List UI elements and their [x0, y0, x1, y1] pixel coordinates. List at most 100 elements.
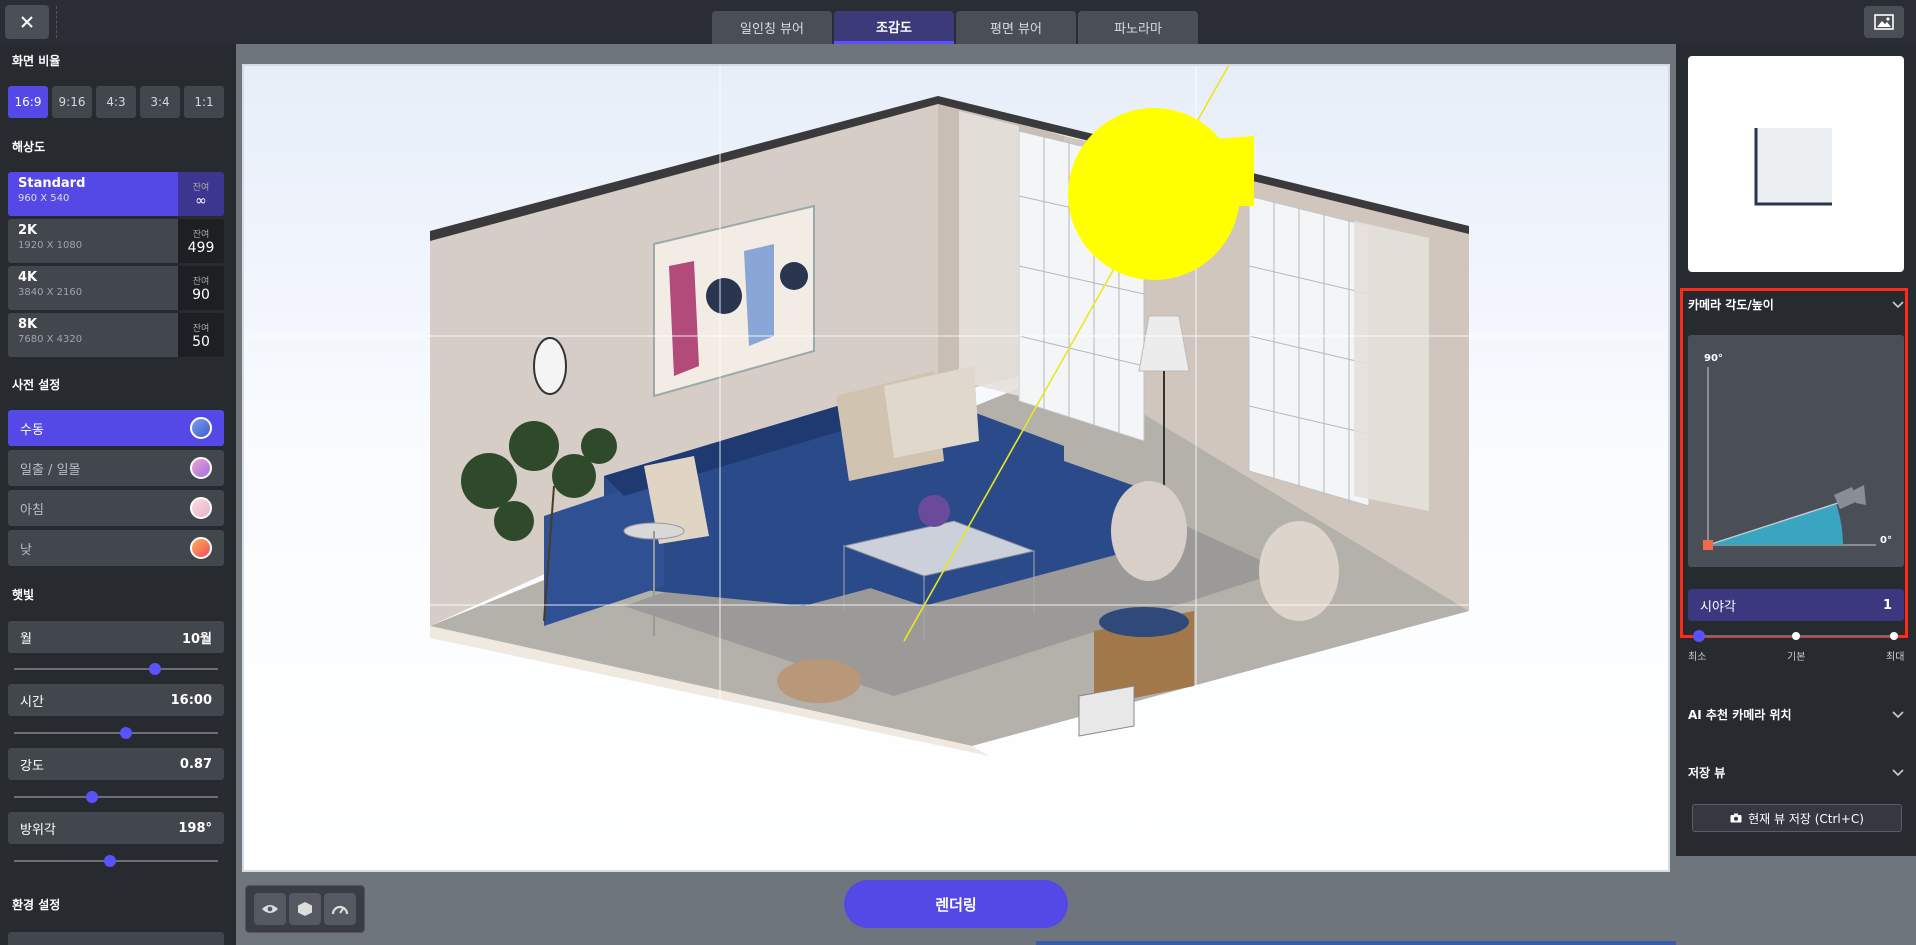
- azimuth-field: 방위각 198°: [8, 812, 224, 844]
- res-count-label: 잔여: [192, 182, 210, 193]
- time-field: 시간 16:00: [8, 684, 224, 716]
- right-panel: 카메라 각도/높이 90° 0° 시야각 1 최소 기본 최대 AI 추천 카메…: [1676, 44, 1916, 945]
- saved-view-header[interactable]: 저장 뷰: [1688, 764, 1904, 781]
- tab-birds-eye[interactable]: 조감도: [834, 11, 954, 44]
- preset-color-icon: [190, 457, 212, 479]
- close-button[interactable]: [5, 5, 49, 39]
- divider: [56, 6, 57, 38]
- res-dim: 1920 X 1080: [18, 240, 83, 251]
- chevron-down-icon: [1892, 768, 1904, 776]
- ratio-group: 16:9 9:16 4:3 3:4 1:1: [8, 86, 224, 118]
- accordion-title: AI 추천 카메라 위치: [1688, 708, 1792, 722]
- slider-thumb[interactable]: [103, 855, 116, 867]
- tab-first-person[interactable]: 일인칭 뷰어: [712, 11, 832, 44]
- ratio-16-9[interactable]: 16:9: [8, 86, 48, 118]
- sunlight-title: 햇빛: [12, 588, 35, 602]
- slider-value: 0.87: [179, 756, 212, 772]
- preset-color-icon: [190, 497, 212, 519]
- preset-title: 사전 설정: [12, 378, 61, 392]
- slider-value: 198°: [178, 820, 212, 836]
- time-slider[interactable]: [14, 727, 218, 739]
- fov-stop-default[interactable]: [1792, 632, 1800, 640]
- fov-stop-max[interactable]: [1890, 632, 1898, 640]
- res-count-label: 잔여: [192, 323, 210, 334]
- view-toggle-button[interactable]: [253, 893, 286, 925]
- angle-diagram: [1703, 367, 1876, 550]
- view-tabs: 일인칭 뷰어 조감도 평면 뷰어 파노라마: [712, 11, 1198, 44]
- preset-daytime[interactable]: 낮: [8, 530, 224, 566]
- ratio-1-1[interactable]: 1:1: [184, 86, 224, 118]
- save-view-label: 현재 뷰 저장 (Ctrl+C): [1748, 811, 1864, 826]
- environment-field[interactable]: [8, 932, 224, 945]
- preset-manual[interactable]: 수동: [8, 410, 224, 446]
- res-count: 50: [192, 333, 210, 350]
- angle-top-label: 90°: [1704, 353, 1723, 364]
- tab-floor-plan[interactable]: 평면 뷰어: [956, 11, 1076, 44]
- camera-angle-header[interactable]: 카메라 각도/높이: [1688, 296, 1904, 313]
- save-view-button[interactable]: 현재 뷰 저장 (Ctrl+C): [1692, 804, 1902, 832]
- resolution-8k[interactable]: 8K 7680 X 4320 잔여 50: [8, 313, 224, 357]
- environment-title: 환경 설정: [12, 898, 61, 912]
- close-icon: [21, 16, 33, 28]
- fov-slider[interactable]: [1693, 630, 1898, 642]
- preset-label: 일출 / 일몰: [20, 462, 81, 478]
- fov-field: 시야각 1: [1688, 589, 1904, 621]
- speed-button[interactable]: [324, 893, 357, 925]
- angle-bottom-label: 0°: [1880, 535, 1892, 546]
- slider-value: 10월: [181, 631, 212, 647]
- intensity-field: 강도 0.87: [8, 748, 224, 780]
- res-count: 499: [187, 239, 215, 256]
- ai-camera-header[interactable]: AI 추천 카메라 위치: [1688, 706, 1904, 723]
- ratio-9-16[interactable]: 9:16: [52, 86, 92, 118]
- resolution-standard[interactable]: Standard 960 X 540 잔여 ∞: [8, 172, 224, 216]
- preset-label: 아침: [20, 502, 44, 518]
- slider-label: 방위각: [20, 822, 56, 838]
- tab-panorama[interactable]: 파노라마: [1078, 11, 1198, 44]
- render-button[interactable]: 렌더링: [844, 880, 1068, 928]
- month-field: 월 10월: [8, 621, 224, 653]
- ratio-title: 화면 비율: [12, 54, 61, 68]
- res-count-label: 잔여: [192, 276, 210, 287]
- cube-view-button[interactable]: [288, 893, 321, 925]
- camera-angle-control[interactable]: 90° 0°: [1688, 335, 1904, 567]
- slider-label: 시간: [20, 694, 44, 710]
- res-name: 2K: [18, 223, 38, 238]
- preset-label: 낮: [20, 542, 32, 558]
- resolution-2k[interactable]: 2K 1920 X 1080 잔여 499: [8, 219, 224, 263]
- res-dim: 3840 X 2160: [18, 287, 83, 298]
- res-name: 8K: [18, 317, 38, 332]
- res-count: ∞: [195, 192, 207, 209]
- slider-thumb[interactable]: [120, 727, 133, 739]
- res-count-label: 잔여: [192, 229, 210, 240]
- render-viewport: 렌더링: [236, 44, 1676, 945]
- slider-thumb[interactable]: [85, 791, 98, 803]
- cube-icon: [297, 902, 312, 916]
- res-dim: 7680 X 4320: [18, 334, 83, 345]
- fov-label: 시야각: [1700, 599, 1736, 615]
- slider-thumb[interactable]: [1693, 630, 1705, 642]
- resolution-4k[interactable]: 4K 3840 X 2160 잔여 90: [8, 266, 224, 310]
- image-icon: [1874, 14, 1894, 30]
- minimap[interactable]: [1688, 56, 1904, 272]
- res-dim: 960 X 540: [18, 193, 70, 204]
- chevron-down-icon: [1892, 710, 1904, 718]
- preset-color-icon: [190, 417, 212, 439]
- month-slider[interactable]: [14, 663, 218, 675]
- preset-sunrise-sunset[interactable]: 일출 / 일몰: [8, 450, 224, 486]
- azimuth-slider[interactable]: [14, 855, 218, 867]
- ratio-3-4[interactable]: 3:4: [140, 86, 180, 118]
- res-name: Standard: [18, 176, 86, 191]
- ratio-4-3[interactable]: 4:3: [96, 86, 136, 118]
- resolution-title: 해상도: [12, 140, 46, 154]
- scene-canvas[interactable]: [242, 64, 1670, 872]
- room-scene: [244, 66, 1668, 870]
- preset-label: 수동: [20, 422, 44, 438]
- slider-thumb[interactable]: [148, 663, 161, 675]
- res-name: 4K: [18, 270, 38, 285]
- slider-label: 월: [20, 631, 32, 647]
- fov-min-label: 최소: [1688, 652, 1707, 663]
- gallery-button[interactable]: [1864, 6, 1904, 38]
- preset-morning[interactable]: 아침: [8, 490, 224, 526]
- progress-bar: [1036, 941, 1676, 945]
- intensity-slider[interactable]: [14, 791, 218, 803]
